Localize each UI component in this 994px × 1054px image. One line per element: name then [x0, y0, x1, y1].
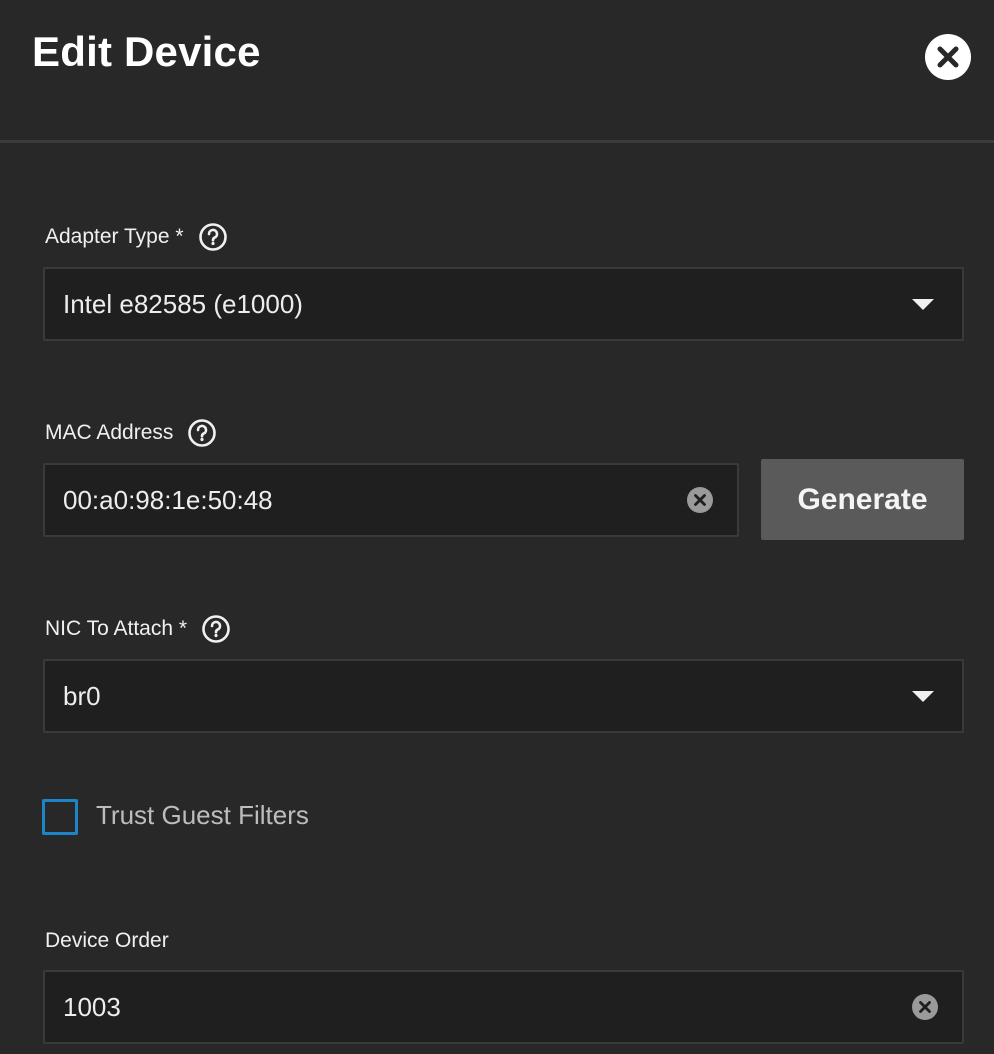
adapter-type-label: Adapter Type *	[45, 225, 184, 248]
dialog-title: Edit Device	[32, 28, 261, 75]
device-order-input[interactable]: 1003	[43, 970, 964, 1044]
clear-icon[interactable]	[911, 993, 939, 1021]
nic-to-attach-value: br0	[63, 681, 101, 711]
adapter-type-value: Intel e82585 (e1000)	[63, 289, 303, 319]
device-order-value: 1003	[63, 992, 121, 1022]
nic-to-attach-label-row: NIC To Attach *	[45, 614, 231, 644]
adapter-type-select[interactable]: Intel e82585 (e1000)	[43, 267, 964, 341]
close-icon	[937, 46, 959, 68]
mac-address-value: 00:a0:98:1e:50:48	[63, 485, 273, 515]
help-circle-icon[interactable]	[201, 614, 231, 644]
device-order-label: Device Order	[45, 929, 169, 952]
caret-down-icon	[912, 691, 934, 702]
trust-guest-filters-label[interactable]: Trust Guest Filters	[96, 800, 309, 831]
nic-to-attach-label: NIC To Attach *	[45, 617, 188, 640]
help-circle-icon[interactable]	[198, 222, 228, 252]
trust-guest-filters-checkbox[interactable]	[42, 799, 78, 835]
adapter-type-label-row: Adapter Type *	[45, 222, 228, 252]
close-button[interactable]	[925, 34, 971, 80]
device-order-label-row: Device Order	[45, 926, 183, 956]
mac-address-label: MAC Address	[45, 421, 174, 444]
edit-device-panel: Edit Device Adapter Type * Intel e82585 …	[0, 0, 994, 1054]
mac-address-input[interactable]: 00:a0:98:1e:50:48	[43, 463, 739, 537]
mac-address-label-row: MAC Address	[45, 418, 217, 448]
dialog-header: Edit Device	[0, 0, 994, 143]
clear-icon[interactable]	[686, 486, 714, 514]
nic-to-attach-select[interactable]: br0	[43, 659, 964, 733]
caret-down-icon	[912, 299, 934, 310]
help-circle-icon[interactable]	[187, 418, 217, 448]
generate-button[interactable]: Generate	[761, 459, 964, 540]
